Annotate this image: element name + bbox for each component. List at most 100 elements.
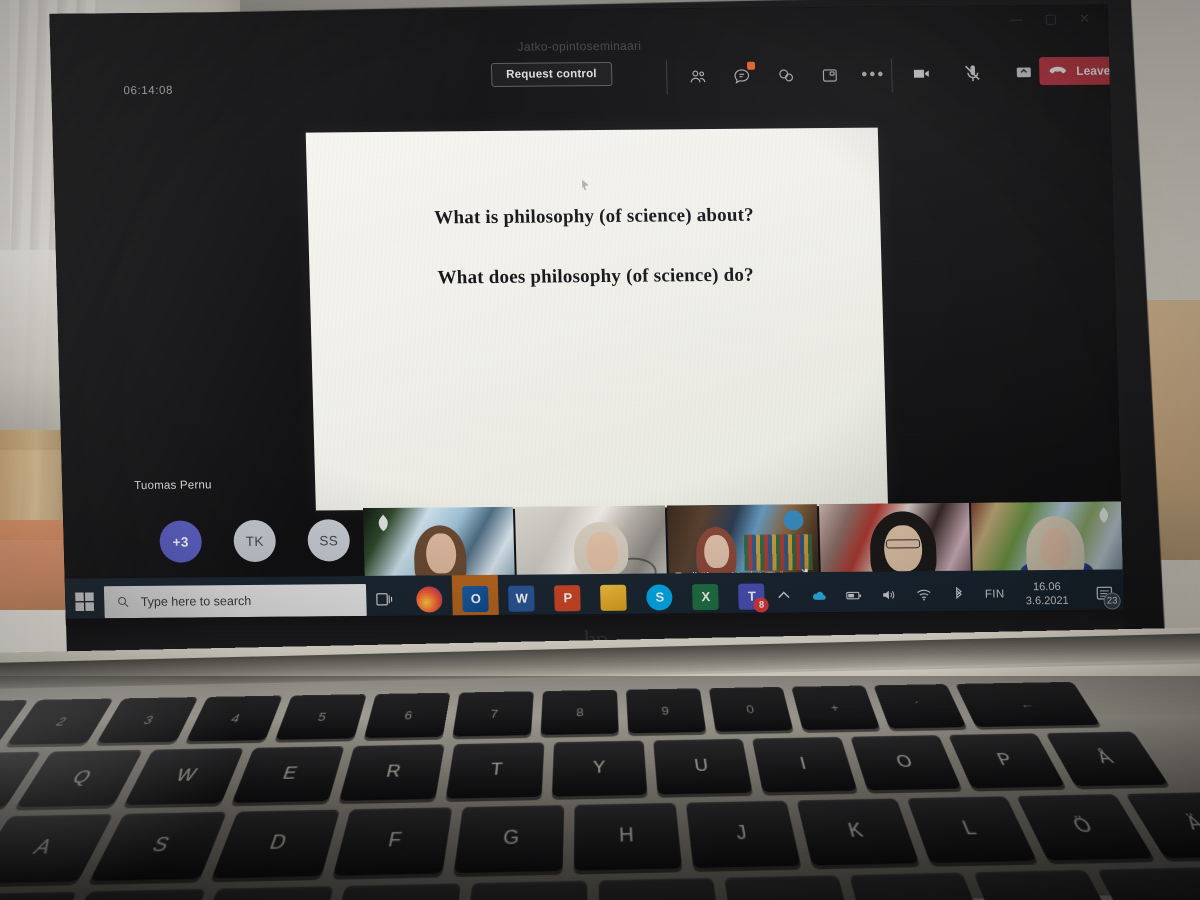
participant-face bbox=[1039, 527, 1072, 569]
breakout-rooms-icon[interactable] bbox=[819, 65, 840, 85]
key-s[interactable]: S bbox=[89, 811, 228, 882]
volume-icon[interactable] bbox=[880, 586, 898, 604]
hangup-icon bbox=[1049, 66, 1066, 74]
key-z[interactable]: Z bbox=[0, 891, 78, 900]
call-timer: 06:14:08 bbox=[123, 84, 174, 98]
key-t[interactable]: T bbox=[445, 742, 545, 799]
battery-icon[interactable] bbox=[845, 586, 863, 604]
clock[interactable]: 16.06 3.6.2021 bbox=[1021, 579, 1073, 607]
key-y[interactable]: Y bbox=[551, 740, 648, 797]
notifications-button[interactable]: 23 bbox=[1091, 580, 1121, 610]
organization-logo-icon bbox=[375, 514, 391, 532]
key-acute[interactable]: ´ bbox=[873, 684, 967, 729]
key-backspace[interactable]: ← bbox=[955, 681, 1101, 728]
shared-slide[interactable]: What is philosophy (of science) about? W… bbox=[305, 127, 888, 511]
more-actions-icon[interactable]: ••• bbox=[861, 65, 885, 85]
toolbar-divider bbox=[665, 60, 668, 95]
teams-icon: T 8 bbox=[738, 583, 770, 613]
key-f[interactable]: F bbox=[332, 807, 453, 876]
key-d[interactable]: D bbox=[211, 809, 340, 879]
participant-face bbox=[425, 533, 457, 574]
participant-face bbox=[703, 534, 730, 569]
meeting-title: Jatko-opintoseminaari bbox=[517, 38, 642, 54]
avatar-tk[interactable]: TK bbox=[233, 519, 277, 563]
key-3[interactable]: 3 bbox=[96, 697, 199, 744]
key-0[interactable]: 0 bbox=[708, 686, 794, 732]
chat-icon[interactable] bbox=[731, 61, 756, 86]
key-w[interactable]: W bbox=[123, 747, 245, 806]
powerpoint-icon: P bbox=[554, 584, 582, 611]
key-8[interactable]: 8 bbox=[540, 689, 619, 736]
keyboard[interactable]: 1 2 3 4 5 6 7 8 9 0 + ´ ← ⇥ Q W E R T Y … bbox=[0, 679, 1200, 900]
key-k[interactable]: K bbox=[796, 798, 920, 866]
search-input[interactable]: Type here to search bbox=[104, 583, 368, 618]
skype-icon: S bbox=[646, 583, 674, 611]
onedrive-icon[interactable] bbox=[810, 586, 828, 604]
key-9[interactable]: 9 bbox=[625, 688, 707, 734]
key-p[interactable]: P bbox=[948, 733, 1066, 789]
avatar-ss[interactable]: SS bbox=[307, 519, 351, 562]
request-control-button[interactable]: Request control bbox=[490, 61, 613, 87]
share-screen-icon[interactable] bbox=[1013, 62, 1035, 88]
key-j[interactable]: J bbox=[685, 800, 802, 869]
window-controls[interactable]: — ▢ ✕ bbox=[1009, 11, 1090, 28]
slide-line-2: What does philosophy (of science) do? bbox=[437, 264, 755, 289]
key-plus[interactable]: + bbox=[791, 685, 881, 731]
leave-label: Leave bbox=[1076, 63, 1111, 78]
reactions-icon[interactable] bbox=[775, 65, 796, 85]
key-aring[interactable]: Å bbox=[1045, 731, 1169, 787]
maximize-icon[interactable]: ▢ bbox=[1044, 11, 1057, 27]
key-b[interactable]: B bbox=[462, 880, 588, 900]
camera-icon[interactable] bbox=[911, 63, 933, 89]
avatar-overflow[interactable]: +3 bbox=[159, 520, 203, 563]
bookshelf-decoration bbox=[743, 534, 813, 571]
key-7[interactable]: 7 bbox=[452, 691, 534, 737]
meeting-toolbar: Jatko-opintoseminaari 06:14:08 Request c… bbox=[49, 5, 1125, 114]
organization-logo-icon bbox=[1096, 507, 1111, 524]
participant-face bbox=[585, 531, 619, 573]
key-m[interactable]: M bbox=[724, 875, 860, 900]
search-icon bbox=[117, 595, 131, 609]
key-g[interactable]: G bbox=[453, 805, 565, 874]
presenter-name-label: Tuomas Pernu bbox=[134, 479, 212, 493]
key-l[interactable]: L bbox=[906, 796, 1037, 864]
key-6[interactable]: 6 bbox=[363, 692, 451, 739]
key-c[interactable]: C bbox=[186, 886, 334, 900]
teams-meeting-window: — ▢ ✕ Jatko-opintoseminaari 06:14:08 Req… bbox=[49, 4, 1125, 626]
teams-unread-badge: 8 bbox=[753, 596, 770, 613]
outlook-icon: O bbox=[462, 585, 490, 612]
search-placeholder: Type here to search bbox=[140, 593, 252, 609]
key-n[interactable]: N bbox=[598, 877, 724, 900]
microphone-muted-icon[interactable] bbox=[962, 63, 984, 89]
laptop: — ▢ ✕ Jatko-opintoseminaari 06:14:08 Req… bbox=[0, 0, 1200, 900]
system-tray: FIN 16.06 3.6.2021 23 bbox=[774, 579, 1123, 610]
clock-date: 3.6.2021 bbox=[1025, 594, 1069, 607]
laptop-screen: — ▢ ✕ Jatko-opintoseminaari 06:14:08 Req… bbox=[49, 4, 1125, 626]
key-e[interactable]: E bbox=[231, 746, 345, 803]
chat-unread-badge bbox=[746, 61, 756, 70]
key-r[interactable]: R bbox=[338, 744, 445, 801]
people-icon[interactable] bbox=[687, 66, 708, 86]
key-u[interactable]: U bbox=[653, 738, 753, 795]
remote-cursor-icon bbox=[582, 179, 589, 190]
key-comma[interactable]: , bbox=[849, 872, 994, 900]
excel-icon: X bbox=[692, 583, 720, 610]
word-icon: W bbox=[508, 585, 536, 612]
clock-time: 16.06 bbox=[1032, 580, 1061, 593]
close-icon[interactable]: ✕ bbox=[1079, 11, 1090, 27]
key-4[interactable]: 4 bbox=[185, 695, 283, 742]
notification-count: 23 bbox=[1103, 591, 1121, 610]
language-indicator[interactable]: FIN bbox=[985, 588, 1005, 600]
minimize-icon[interactable]: — bbox=[1009, 11, 1022, 27]
slide-line-1: What is philosophy (of science) about? bbox=[433, 204, 755, 229]
key-o[interactable]: O bbox=[850, 735, 962, 791]
key-i[interactable]: I bbox=[751, 736, 858, 793]
key-v[interactable]: V bbox=[324, 883, 462, 900]
file-explorer-icon bbox=[600, 584, 628, 611]
tray-overflow-icon[interactable] bbox=[775, 587, 793, 605]
key-h[interactable]: H bbox=[573, 802, 683, 871]
wifi-icon[interactable] bbox=[915, 586, 933, 604]
key-minus[interactable]: - bbox=[1096, 867, 1200, 900]
key-5[interactable]: 5 bbox=[275, 694, 367, 740]
bluetooth-icon[interactable] bbox=[950, 585, 968, 603]
